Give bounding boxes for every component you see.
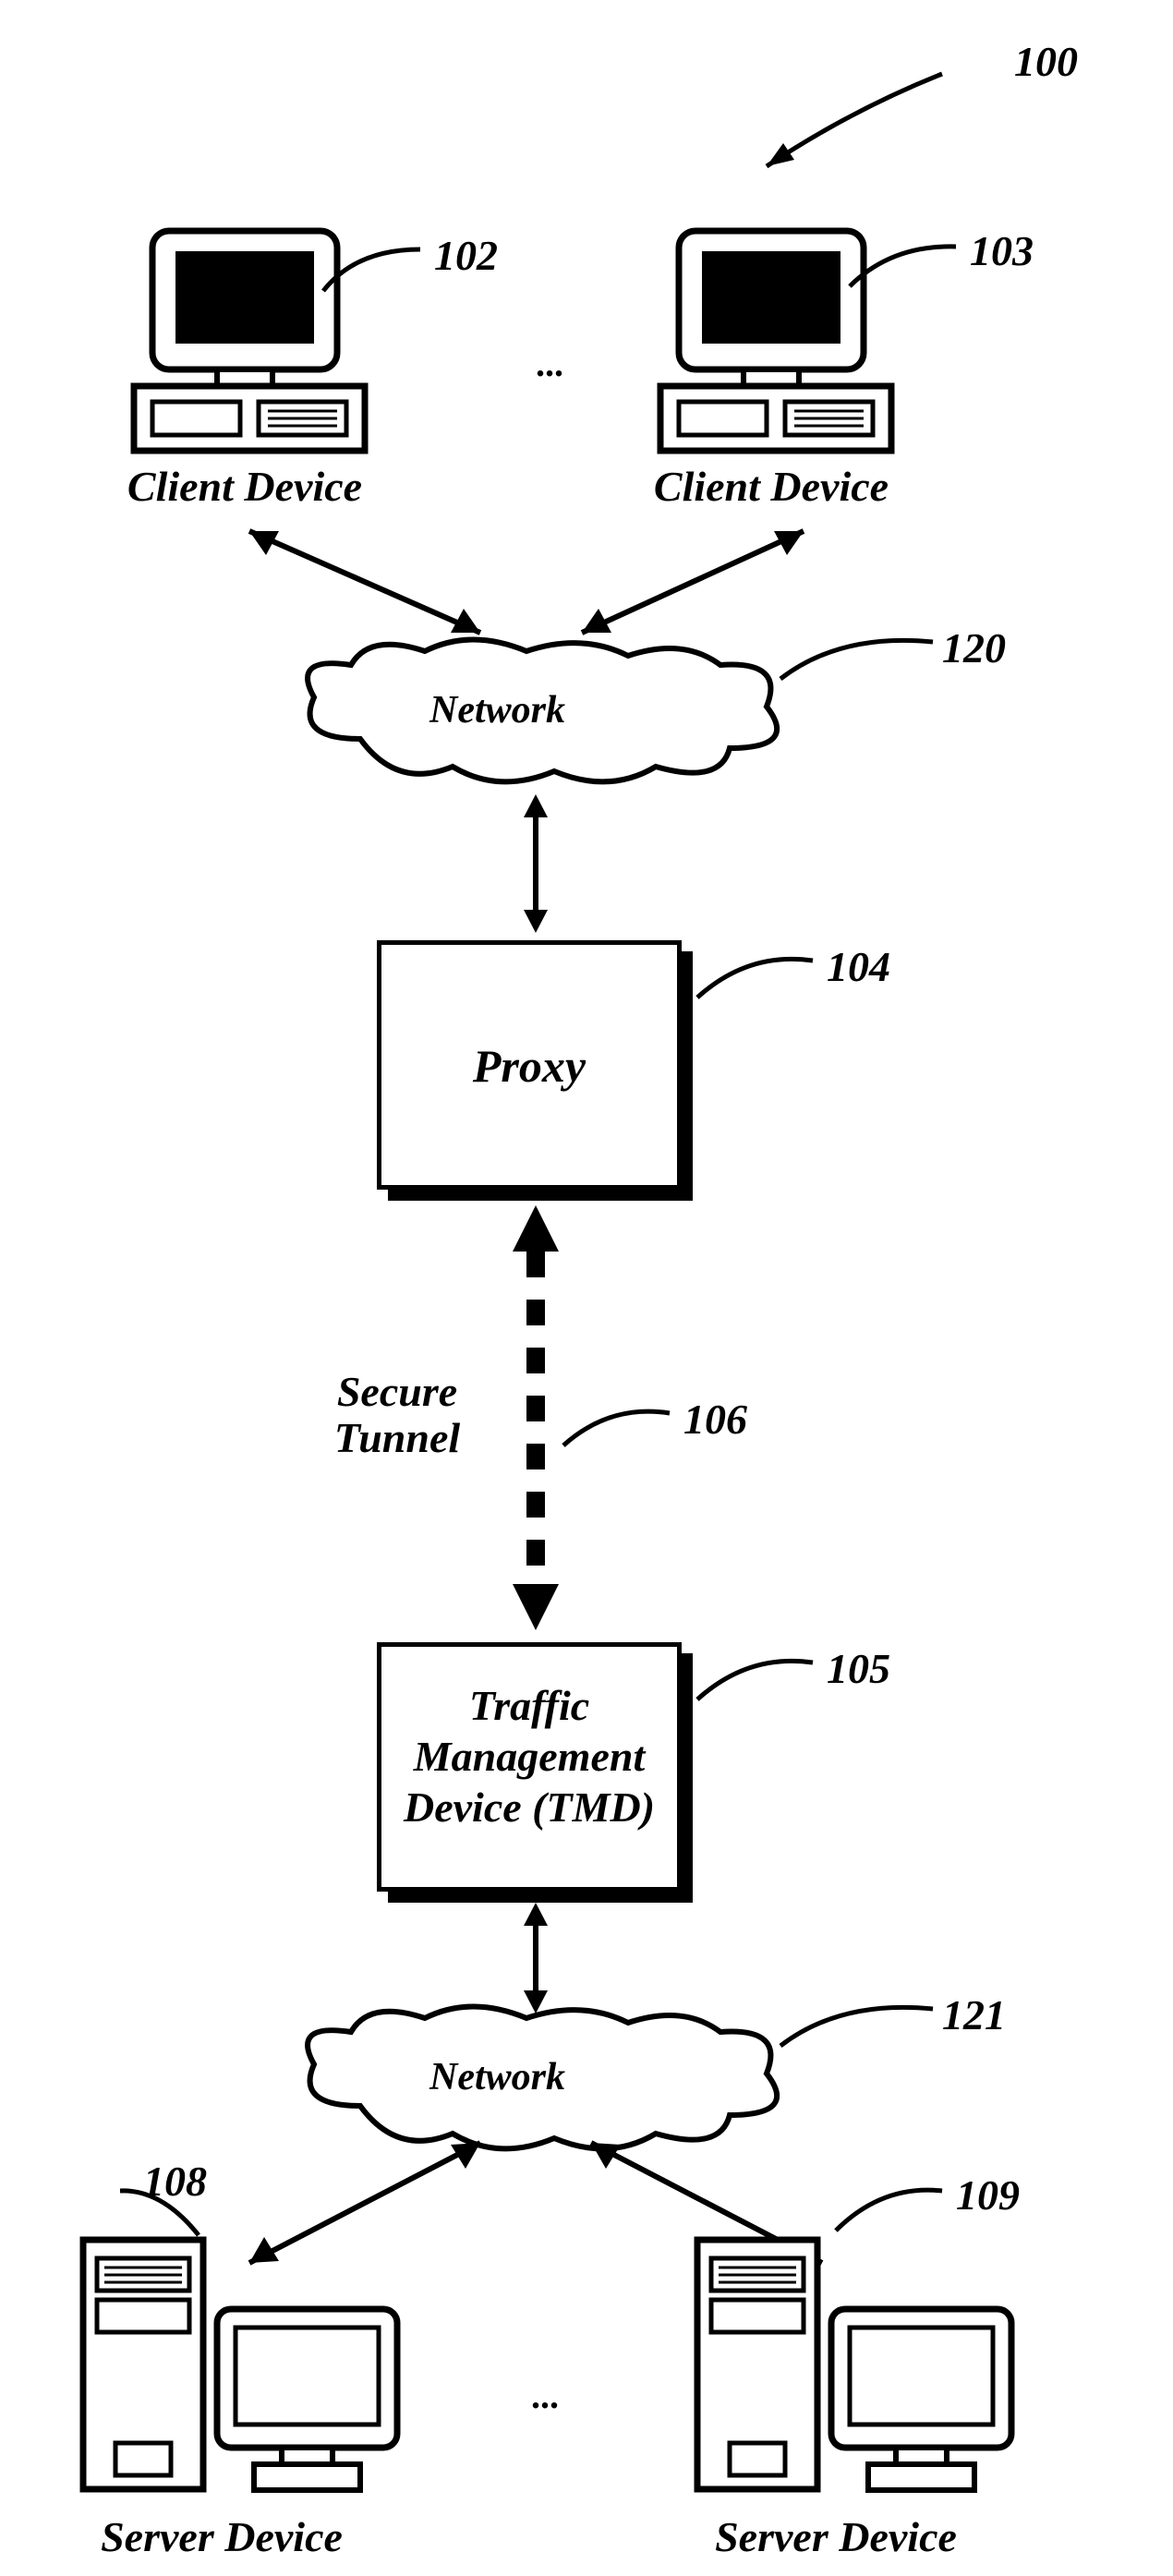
leader-105 xyxy=(693,1649,822,1713)
network-label-top: Network xyxy=(429,688,565,732)
leader-104 xyxy=(693,947,822,1011)
proxy-label: Proxy xyxy=(377,1039,682,1093)
leader-121 xyxy=(776,1995,942,2060)
ref-num-121: 121 xyxy=(942,1990,1006,2039)
secure-tunnel-label-2: Tunnel xyxy=(314,1413,480,1462)
leader-106 xyxy=(559,1399,679,1464)
ref-num-120: 120 xyxy=(942,623,1006,672)
tmd-label-2: Management xyxy=(377,1732,682,1781)
ref-num-105: 105 xyxy=(827,1644,890,1693)
ref-num-106: 106 xyxy=(683,1395,747,1444)
ref-num-108: 108 xyxy=(143,2157,207,2206)
server-device-left-icon xyxy=(69,2226,411,2503)
tmd-label-3: Device (TMD) xyxy=(377,1783,682,1832)
leader-109 xyxy=(831,2180,951,2244)
ellipsis-servers: ... xyxy=(531,2374,559,2417)
server-device-right-icon xyxy=(683,2226,1025,2503)
server-device-left-label: Server Device xyxy=(74,2512,369,2561)
ref-num-104: 104 xyxy=(827,942,890,991)
server-device-right-label: Server Device xyxy=(688,2512,984,2561)
leader-103 xyxy=(845,236,965,291)
leader-102 xyxy=(319,240,429,296)
ref-num-103: 103 xyxy=(970,226,1034,275)
ref-num-102: 102 xyxy=(434,231,498,280)
client-device-right-label: Client Device xyxy=(633,462,910,511)
ref-num-100: 100 xyxy=(1014,37,1078,86)
client-device-left-label: Client Device xyxy=(106,462,383,511)
network-label-bottom: Network xyxy=(429,2055,565,2099)
leader-arrow-100 xyxy=(730,55,961,175)
arrow-cloud-to-proxy xyxy=(513,790,559,937)
leader-120 xyxy=(776,628,942,693)
ellipsis-clients: ... xyxy=(536,342,563,385)
secure-tunnel-label-1: Secure xyxy=(314,1367,480,1416)
tmd-label-1: Traffic xyxy=(377,1681,682,1730)
ref-num-109: 109 xyxy=(956,2171,1020,2219)
